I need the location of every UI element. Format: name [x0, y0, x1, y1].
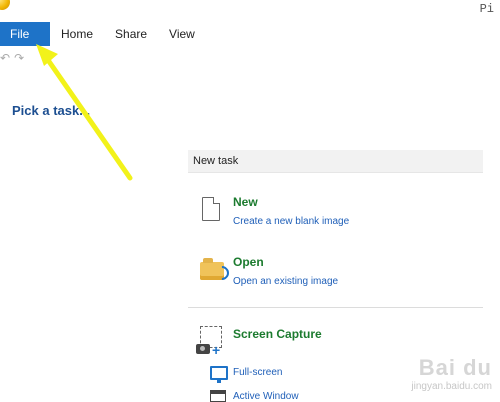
blank-document-icon[interactable]	[202, 197, 220, 221]
quick-access-toolbar: ↶ ↷ ▾	[0, 50, 52, 66]
screen-capture-title[interactable]: Screen Capture	[233, 327, 322, 341]
active-window-link[interactable]: Active Window	[233, 391, 299, 402]
watermark-site: jingyan.baidu.com	[411, 381, 492, 392]
customize-qat-icon[interactable]: ▾	[46, 50, 52, 66]
panel-header: New task	[188, 150, 483, 173]
new-title[interactable]: New	[233, 195, 258, 209]
full-screen-link[interactable]: Full-screen	[233, 367, 282, 378]
watermark: Bai du jingyan.baidu.com	[411, 355, 492, 392]
tab-share[interactable]: Share	[104, 22, 158, 46]
open-link[interactable]: Open an existing image	[233, 276, 338, 287]
window-icon	[210, 390, 226, 402]
divider	[188, 307, 483, 308]
watermark-brand: Bai du	[418, 355, 492, 380]
ribbon-tabs: File Home Share View	[0, 22, 206, 46]
folder-open-icon[interactable]	[200, 258, 224, 280]
monitor-icon	[210, 366, 228, 383]
tab-home[interactable]: Home	[50, 22, 104, 46]
window-title: Pi	[479, 2, 494, 16]
open-title[interactable]: Open	[233, 255, 264, 269]
camera-icon	[196, 344, 210, 354]
arrow-shaft	[45, 57, 133, 181]
plus-icon: +	[212, 342, 221, 358]
redo-icon[interactable]: ↷	[14, 50, 24, 66]
undo-icon[interactable]: ↶	[0, 50, 10, 66]
new-link[interactable]: Create a new blank image	[233, 216, 349, 227]
tab-file[interactable]: File	[0, 22, 50, 46]
tab-view[interactable]: View	[158, 22, 206, 46]
pick-task-label: Pick a task...	[12, 103, 91, 118]
app-icon	[0, 0, 10, 10]
